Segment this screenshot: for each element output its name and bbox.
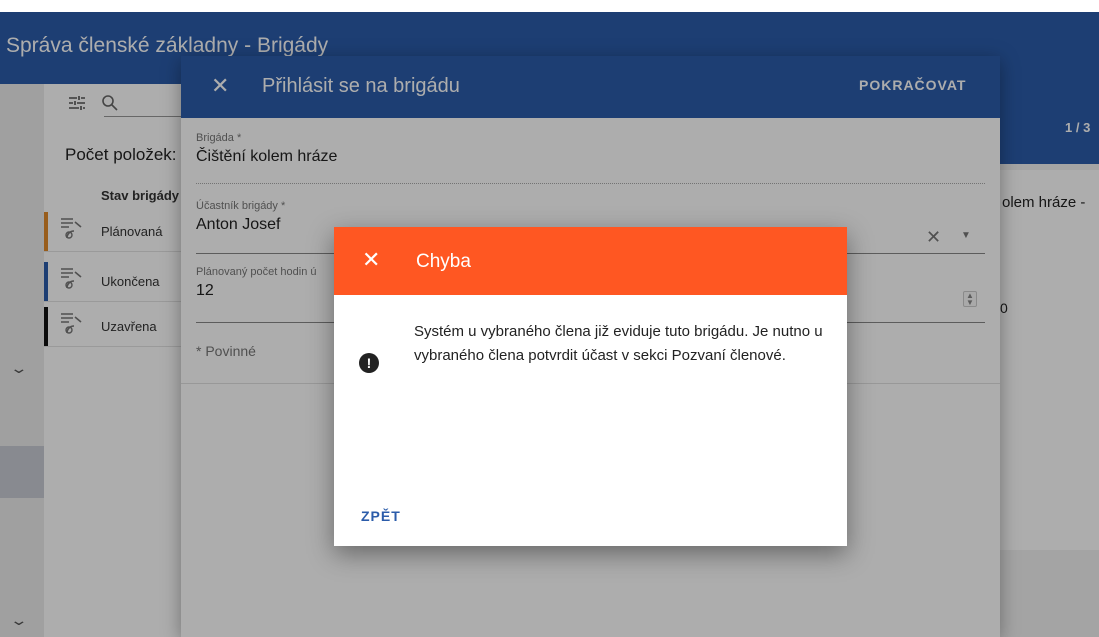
error-dialog-header: ✕ Chyba (334, 227, 847, 295)
error-message: Systém u vybraného člena již eviduje tut… (414, 323, 823, 364)
exclamation-circle-icon: ! (359, 353, 379, 373)
top-strip (0, 0, 1099, 12)
screen: Správa členské základny - Brigády ⌄ ⌄ Po… (0, 0, 1099, 637)
back-button[interactable]: ZPĚT (361, 508, 401, 524)
close-icon[interactable]: ✕ (362, 247, 380, 273)
error-dialog-title: Chyba (416, 251, 471, 272)
error-dialog: ✕ Chyba ! Systém u vybraného člena již e… (334, 227, 847, 546)
